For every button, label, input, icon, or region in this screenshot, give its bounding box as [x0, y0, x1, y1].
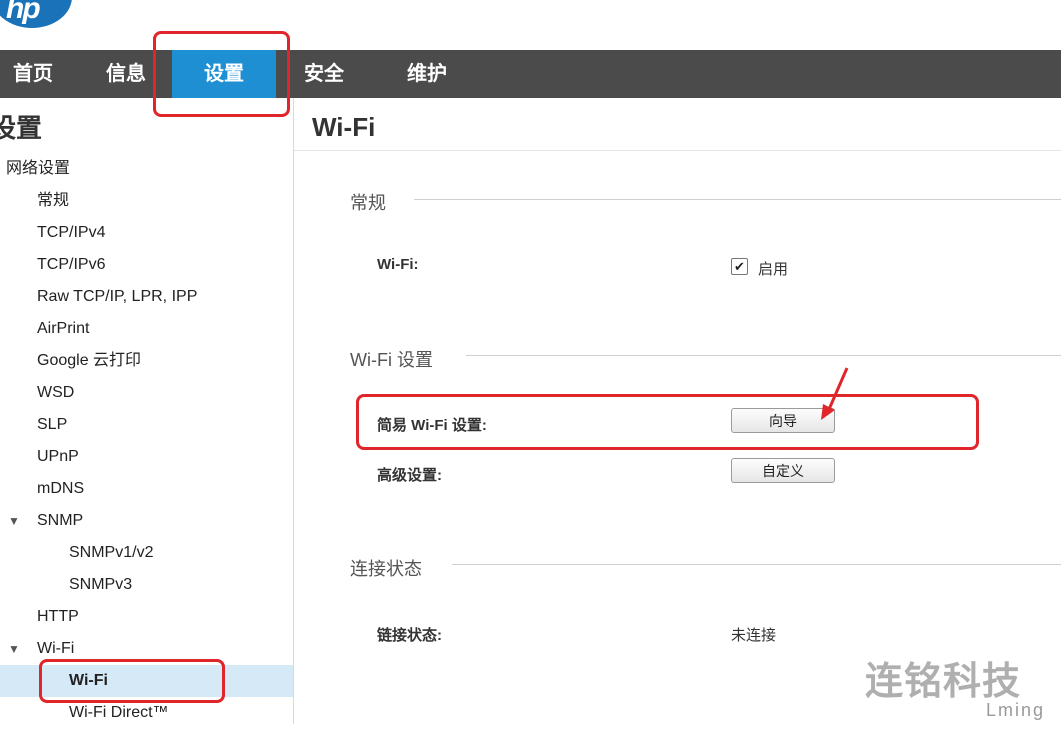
- main-content: Wi-Fi 常规 Wi-Fi: ✔ 启用 Wi-Fi 设置 简易 Wi-Fi 设…: [294, 98, 1061, 724]
- section-divider: [452, 564, 1061, 565]
- sidebar-item-google-cloud-print[interactable]: Google 云打印: [0, 345, 293, 377]
- wifi-enable-label[interactable]: 启用: [758, 258, 788, 279]
- section-connection-heading: 连接状态: [350, 559, 422, 579]
- sidebar: 设置 网络设置 常规 TCP/IPv4 TCP/IPv6 Raw TCP/IP,…: [0, 98, 294, 724]
- watermark-en: Lming: [986, 700, 1046, 720]
- title-divider: [294, 150, 1061, 151]
- sidebar-item-wifi[interactable]: Wi-Fi: [0, 665, 293, 697]
- caret-down-icon[interactable]: ▼: [8, 505, 20, 537]
- hp-logo[interactable]: hp: [0, 0, 72, 28]
- sidebar-item-mdns[interactable]: mDNS: [0, 473, 293, 505]
- sidebar-item-tcp-ipv6[interactable]: TCP/IPv6: [0, 249, 293, 281]
- logo-bar: hp: [0, 0, 1061, 50]
- sidebar-item-airprint[interactable]: AirPrint: [0, 313, 293, 345]
- easy-wifi-setup-label: 简易 Wi-Fi 设置:: [377, 417, 487, 434]
- sidebar-item-http[interactable]: HTTP: [0, 601, 293, 633]
- sidebar-item-snmpv1-v2[interactable]: SNMPv1/v2: [0, 537, 293, 569]
- sidebar-item-snmp-label: SNMP: [37, 512, 84, 529]
- sidebar-item-network-settings[interactable]: 网络设置: [0, 153, 293, 185]
- section-general-heading: 常规: [350, 193, 386, 213]
- page-title: Wi-Fi: [312, 112, 376, 142]
- sidebar-item-tcp-ipv4[interactable]: TCP/IPv4: [0, 217, 293, 249]
- wifi-enable-checkbox[interactable]: ✔: [731, 258, 748, 275]
- section-divider: [414, 199, 1061, 200]
- customize-button[interactable]: 自定义: [731, 458, 835, 483]
- sidebar-item-wifi-group[interactable]: ▼ Wi-Fi: [0, 633, 293, 665]
- link-status-label: 链接状态:: [377, 627, 442, 644]
- tab-info[interactable]: 信息: [96, 50, 156, 98]
- tab-home[interactable]: 首页: [0, 50, 66, 98]
- wifi-label: Wi-Fi:: [377, 256, 419, 273]
- caret-down-icon[interactable]: ▼: [8, 633, 20, 665]
- sidebar-title: 设置: [0, 113, 43, 143]
- arrow-annotation-icon: [821, 367, 849, 420]
- sidebar-item-raw-tcp-ip[interactable]: Raw TCP/IP, LPR, IPP: [0, 281, 293, 313]
- sidebar-item-upnp[interactable]: UPnP: [0, 441, 293, 473]
- advanced-settings-label: 高级设置:: [377, 467, 442, 484]
- sidebar-item-snmp[interactable]: ▼ SNMP: [0, 505, 293, 537]
- tab-settings[interactable]: 设置: [172, 50, 276, 98]
- sidebar-item-snmpv3[interactable]: SNMPv3: [0, 569, 293, 601]
- section-wifi-settings-heading: Wi-Fi 设置: [350, 350, 433, 370]
- tab-maintenance[interactable]: 维护: [397, 50, 457, 98]
- section-divider: [466, 355, 1061, 356]
- sidebar-item-wifi-direct[interactable]: Wi-Fi Direct™: [0, 697, 293, 729]
- link-status-value: 未连接: [731, 627, 777, 644]
- sidebar-item-wsd[interactable]: WSD: [0, 377, 293, 409]
- sidebar-item-general[interactable]: 常规: [0, 185, 293, 217]
- sidebar-item-slp[interactable]: SLP: [0, 409, 293, 441]
- hp-logo-text: hp: [6, 0, 41, 25]
- sidebar-item-wifi-group-label: Wi-Fi: [37, 640, 75, 657]
- top-nav: 首页 信息 设置 安全 维护: [0, 50, 1061, 98]
- tab-security[interactable]: 安全: [294, 50, 354, 98]
- watermark-cn: 连铭科技: [865, 661, 1022, 703]
